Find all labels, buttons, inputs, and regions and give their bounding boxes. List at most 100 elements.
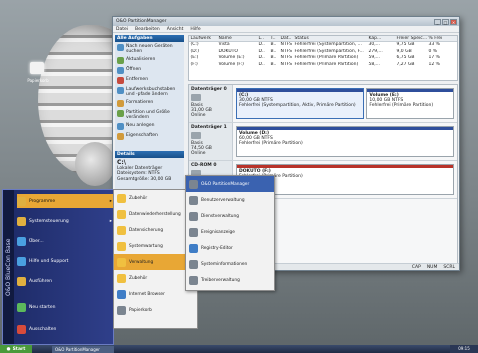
folder-icon <box>117 257 126 267</box>
minimize-button[interactable]: _ <box>434 18 441 25</box>
start-item-about[interactable]: Über... <box>17 234 114 248</box>
partition-block[interactable]: Volume (E:) 10,00 GB NTFS Fehlerfrei (Prim… <box>366 88 454 119</box>
task-resize-partition[interactable]: Partition und Größe verändern <box>115 108 184 121</box>
status-num: NUM <box>426 265 438 270</box>
maximize-button[interactable]: □ <box>442 18 449 25</box>
start-button[interactable]: ● Start <box>0 345 32 353</box>
submenu-item[interactable]: Ereignisanzeige <box>186 224 274 240</box>
partition-bar <box>367 89 453 92</box>
menu-view[interactable]: Ansicht <box>167 27 184 32</box>
task-open[interactable]: Öffnen <box>115 65 184 75</box>
partition-block[interactable]: Volume (D:) 60,00 GB NTFS Fehlerfrei (Prim… <box>236 126 454 157</box>
power-icon <box>17 324 26 334</box>
task-properties[interactable]: Eigenschaften <box>115 131 184 141</box>
details-header[interactable]: Details <box>115 151 184 158</box>
start-item-control-panel[interactable]: Systemsteuerung ▸ <box>17 214 114 228</box>
menu-file[interactable]: Datei <box>116 27 128 32</box>
submenu-item-partition-manager[interactable]: O&O PartitionManager <box>186 176 274 192</box>
col-l[interactable]: L.. <box>257 36 269 41</box>
start-item-help[interactable]: Hilfe und Support <box>17 254 114 268</box>
folder-icon <box>117 241 126 251</box>
table-row[interactable]: (F:) Volume (F:) D.. B.. NTFS Fehlerfrei (Pri… <box>189 62 457 69</box>
taskbar-clock: 09:15 <box>450 345 478 353</box>
chevron-right-icon: ▸ <box>109 198 112 204</box>
submenu-item[interactable]: Benutzerverwaltung <box>186 192 274 208</box>
resize-icon <box>117 109 124 117</box>
col-percent-free[interactable]: % Frei <box>427 36 457 41</box>
menu-help[interactable]: Hilfe <box>190 27 200 32</box>
submenu-item[interactable]: Dienstverwaltung <box>186 208 274 224</box>
status-cap: CAP <box>411 265 421 270</box>
start-item-run[interactable]: Ausführen <box>17 274 114 288</box>
window-titlebar[interactable]: O&O PartitionManager _ □ × <box>113 17 459 26</box>
users-icon <box>189 195 198 205</box>
task-format[interactable]: Formatieren <box>115 98 184 108</box>
submenu-item[interactable]: Systeminformationen <box>186 256 274 272</box>
hard-disk-icon <box>191 132 201 139</box>
task-pane-header[interactable]: Alle Aufgaben <box>115 35 184 42</box>
folder-icon <box>17 196 26 206</box>
disk-label[interactable]: Datenträger 1 Basis 74,50 GB Online <box>189 123 233 160</box>
properties-icon <box>117 132 124 140</box>
status-scrl: SCRL <box>443 265 455 270</box>
task-search-devices[interactable]: Nach neuen Geräten suchen <box>115 42 184 55</box>
disk-row: Datenträger 0 Basis 31,00 GB Online (C:)… <box>189 85 457 123</box>
registry-icon <box>189 243 198 253</box>
disk-row: Datenträger 1 Basis 74,50 GB Online Volu… <box>189 123 457 161</box>
start-logo-icon: ● <box>6 346 11 352</box>
col-fs[interactable]: Dat.. <box>279 36 293 41</box>
start-item-shutdown[interactable]: Ausschalten <box>17 322 114 336</box>
col-drive[interactable]: Laufwerk <box>189 36 217 41</box>
hard-disk-icon <box>191 94 201 101</box>
col-status[interactable]: Status <box>293 36 367 41</box>
window-title: O&O PartitionManager <box>116 19 167 24</box>
start-item-restart[interactable]: Neu starten <box>17 300 114 314</box>
search-icon <box>117 43 124 51</box>
partition-bar <box>237 127 453 130</box>
open-icon <box>117 66 124 74</box>
restart-icon <box>17 302 26 312</box>
globe-icon <box>117 289 126 299</box>
help-icon <box>17 256 26 266</box>
start-menu-brand: O&O BlueCon Base <box>3 190 14 344</box>
volume-table: Laufwerk Name L.. T.. Dat.. Status Kap..… <box>188 35 458 81</box>
close-button[interactable]: × <box>450 18 457 25</box>
col-name[interactable]: Name <box>217 36 257 41</box>
taskbar: ● Start O&O PartitionManager 09:15 <box>0 345 478 353</box>
folder-icon <box>117 209 126 219</box>
menu-edit[interactable]: Bearbeiten <box>135 27 160 32</box>
col-capacity[interactable]: Kap... <box>367 36 395 41</box>
col-t[interactable]: T.. <box>269 36 279 41</box>
recycle-bin-icon <box>117 305 126 315</box>
task-change-drive-letter[interactable]: Laufwerksbuchstaben und -pfade ändern <box>115 85 184 98</box>
partition-block[interactable]: (C:) 30,00 GB NTFS Fehlerfrei (Systemparti… <box>236 88 365 119</box>
task-remove[interactable]: Entfernen <box>115 75 184 85</box>
drive-letter-icon <box>117 86 124 94</box>
chevron-right-icon: ▸ <box>109 218 112 224</box>
task-create-new[interactable]: Neu anlegen <box>115 121 184 131</box>
submenu-item[interactable]: Registry-Editor <box>186 240 274 256</box>
control-panel-icon <box>17 216 26 226</box>
partition-bar <box>237 165 453 168</box>
info-icon <box>17 236 26 246</box>
folder-icon <box>117 225 126 235</box>
menu-bar: Datei Bearbeiten Ansicht Hilfe <box>113 26 459 33</box>
refresh-icon <box>117 56 124 64</box>
event-viewer-icon <box>189 227 198 237</box>
start-item-programs[interactable]: Programme ▸ <box>17 194 114 208</box>
partition-manager-icon <box>189 179 198 189</box>
task-refresh[interactable]: Aktualisieren <box>115 55 184 65</box>
col-free[interactable]: Freier Speic... <box>395 36 428 41</box>
administration-submenu: O&O PartitionManager Benutzerverwaltung … <box>185 175 275 291</box>
details-size: Gesamtgröße: 30,00 GB <box>117 176 172 182</box>
recycle-bin-icon[interactable] <box>30 62 44 74</box>
folder-icon <box>117 193 126 203</box>
desktop-sphere-base <box>75 142 115 186</box>
submenu-item[interactable]: Treiberverwaltung <box>186 272 274 288</box>
taskbar-item-partition-manager[interactable]: O&O PartitionManager <box>52 345 114 353</box>
folder-icon <box>117 273 126 283</box>
disk-label[interactable]: Datenträger 0 Basis 31,00 GB Online <box>189 85 233 122</box>
new-partition-icon <box>117 122 124 130</box>
submenu-item[interactable]: Papierkorb <box>114 302 197 318</box>
run-icon <box>17 276 26 286</box>
